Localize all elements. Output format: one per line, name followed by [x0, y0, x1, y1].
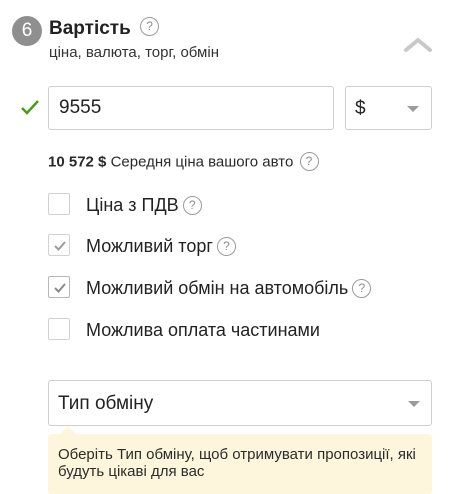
option-label: Можливий обмін на автомобіль: [86, 278, 349, 298]
option-label-row: Можлива оплата частинами: [86, 318, 320, 342]
exchange-help-icon[interactable]: ?: [352, 278, 372, 298]
option-label: Можливий торг: [86, 236, 213, 256]
hint-pointer: [60, 426, 76, 434]
option-label-row: Можливий торг?: [86, 234, 236, 258]
title-help-icon[interactable]: ?: [140, 17, 160, 37]
average-price-amount: 10 572 $: [48, 153, 107, 171]
average-price-row: 10 572 $ Середня ціна вашого авто ?: [48, 152, 319, 172]
caret-down-icon: [408, 401, 420, 407]
option-label-row: Можливий обмін на автомобіль?: [86, 276, 372, 300]
checkbox-exchange[interactable]: [48, 276, 70, 298]
price-input[interactable]: [48, 86, 334, 130]
chevron-up-icon[interactable]: [402, 34, 434, 54]
vat-help-icon[interactable]: ?: [182, 195, 202, 215]
section-subtitle: ціна, валюта, торг, обмін: [49, 44, 219, 61]
option-label-row: Ціна з ПДВ?: [86, 193, 202, 217]
checkmark-icon: [54, 241, 66, 251]
currency-select[interactable]: $: [345, 86, 432, 130]
checkmark-icon: [21, 100, 39, 115]
average-help-icon[interactable]: ?: [299, 152, 319, 171]
checkbox-installments[interactable]: [48, 318, 70, 340]
exchange-type-placeholder: Тип обміну: [58, 393, 154, 414]
exchange-type-select[interactable]: Тип обміну: [48, 380, 432, 426]
checkmark-icon: [54, 283, 66, 293]
caret-down-icon: [407, 106, 419, 112]
exchange-hint-box: Оберіть Тип обміну, щоб отримувати пропо…: [48, 434, 432, 494]
step-number-badge: 6: [12, 16, 42, 46]
option-label: Можлива оплата частинами: [86, 320, 320, 340]
checkbox-bargain[interactable]: [48, 234, 70, 256]
bargain-help-icon[interactable]: ?: [216, 236, 236, 256]
currency-value: $: [355, 98, 366, 119]
checkbox-vat-price[interactable]: [48, 193, 70, 215]
option-label: Ціна з ПДВ: [86, 195, 179, 215]
section-title: Вартість: [49, 18, 131, 39]
section-title-row: Вартість ?: [49, 17, 160, 40]
average-price-label: Середня ціна вашого авто: [110, 153, 294, 171]
hint-text: Оберіть Тип обміну, щоб отримувати пропо…: [58, 446, 416, 480]
